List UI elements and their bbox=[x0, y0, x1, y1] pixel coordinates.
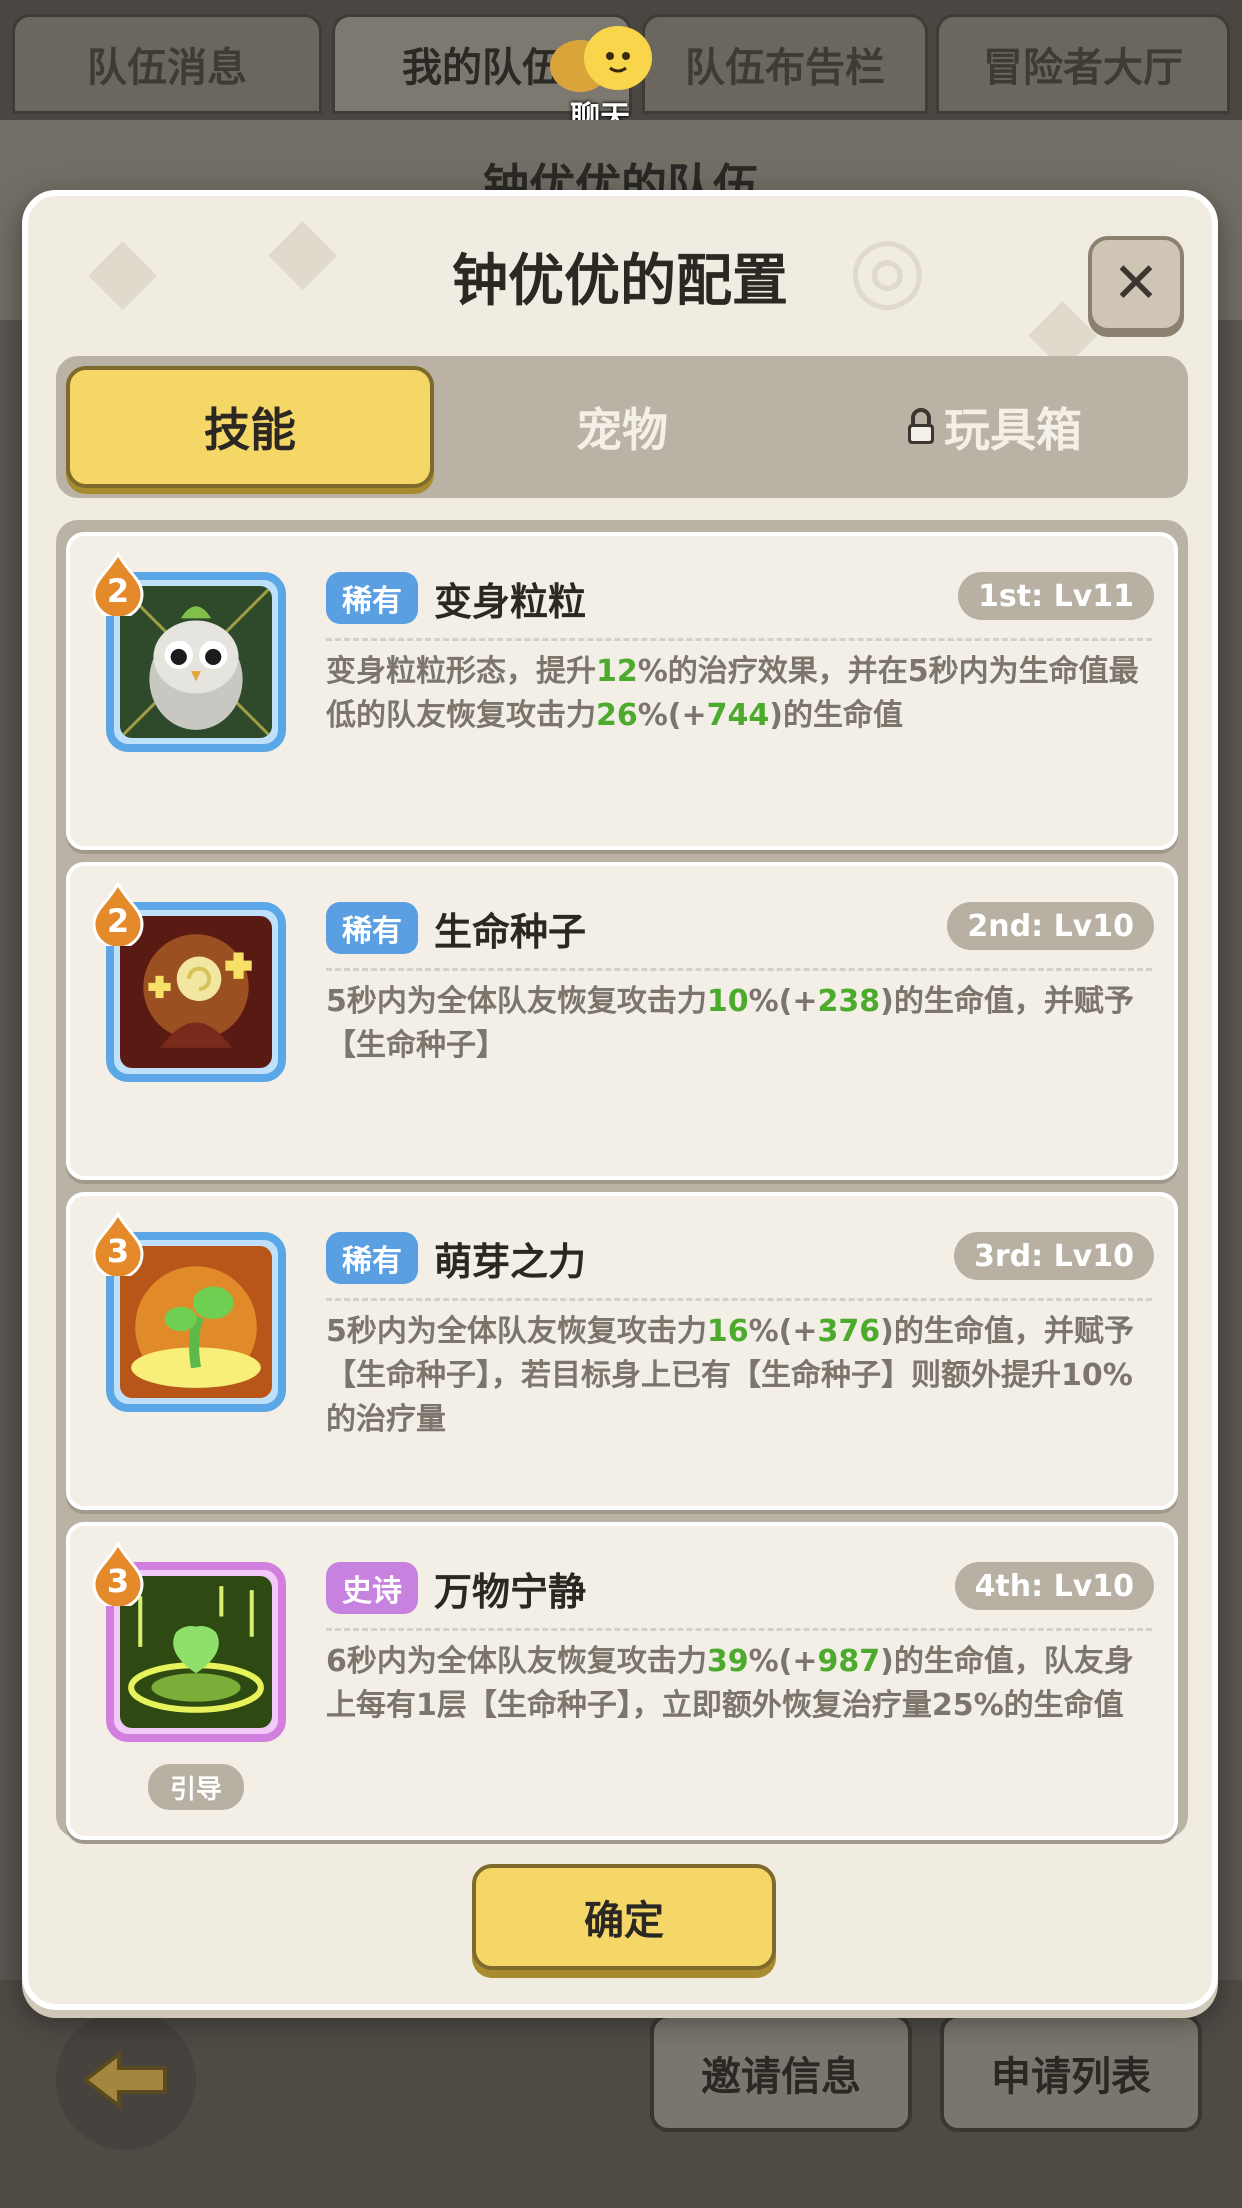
tab-skills-label: 技能 bbox=[204, 403, 296, 457]
chat-button[interactable]: 聊天 bbox=[540, 22, 660, 135]
slot-level-badge: 1st: Lv11 bbox=[958, 572, 1154, 620]
skill-card[interactable]: 2 稀有 生命种子 2nd: Lv10 5秒内为全体队友恢复攻击力10%(+23… bbox=[66, 862, 1178, 1180]
skill-level: 2 bbox=[106, 902, 130, 940]
tab-toybox-label: 玩具箱 bbox=[944, 403, 1082, 457]
tab-team-messages[interactable]: 队伍消息 bbox=[12, 14, 322, 114]
skill-level: 3 bbox=[106, 1232, 130, 1270]
confirm-button[interactable]: 确定 bbox=[472, 1864, 776, 1970]
skill-name: 生命种子 bbox=[434, 909, 587, 954]
skill-description: 5秒内为全体队友恢复攻击力10%(+238)的生命值，并赋予【生命种子】 bbox=[326, 984, 1134, 1063]
skill-name: 万物宁静 bbox=[434, 1569, 587, 1614]
rarity-badge: 稀有 bbox=[326, 902, 418, 954]
skill-card[interactable]: 3 稀有 萌芽之力 3rd: Lv10 5秒内为全体队友恢复攻击力16%(+37… bbox=[66, 1192, 1178, 1510]
tab-toybox[interactable]: 玩具箱 bbox=[810, 366, 1178, 488]
category-tabs: 技能 宠物 玩具箱 bbox=[56, 356, 1188, 498]
tab-pets-label: 宠物 bbox=[576, 403, 668, 457]
skill-description: 6秒内为全体队友恢复攻击力39%(+987)的生命值，队友身上每有1层【生命种子… bbox=[326, 1644, 1134, 1723]
skill-card[interactable]: 3 引导 史诗 万物宁静 4th: Lv10 6秒内为全体队友恢复攻击力39%(… bbox=[66, 1522, 1178, 1840]
tab-skills[interactable]: 技能 bbox=[66, 366, 434, 488]
divider bbox=[326, 1628, 1152, 1631]
rarity-badge: 稀有 bbox=[326, 572, 418, 624]
slot-level-badge: 3rd: Lv10 bbox=[953, 1232, 1154, 1280]
lock-icon bbox=[908, 408, 934, 444]
skill-name: 变身粒粒 bbox=[434, 579, 587, 624]
skill-level: 2 bbox=[106, 572, 130, 610]
channel-tag: 引导 bbox=[148, 1764, 244, 1810]
tab-team-board[interactable]: 队伍布告栏 bbox=[642, 14, 928, 114]
back-button[interactable] bbox=[56, 2010, 196, 2150]
chat-icon bbox=[550, 26, 652, 92]
skill-card[interactable]: 2 稀有 变身粒粒 1st: Lv11 变身粒粒形态，提升12%的治疗效果，并在… bbox=[66, 532, 1178, 850]
skill-description: 5秒内为全体队友恢复攻击力16%(+376)的生命值，并赋予【生命种子】，若目标… bbox=[326, 1314, 1134, 1437]
divider bbox=[326, 638, 1152, 641]
config-modal: ◆ ◆ ◎ ◆ 钟优优的配置 ✕ 技能 宠物 玩具箱 2 稀有 变身粒粒 1st… bbox=[22, 190, 1218, 2010]
slot-level-badge: 4th: Lv10 bbox=[954, 1562, 1154, 1610]
invite-info-button[interactable]: 邀请信息 bbox=[650, 2014, 912, 2132]
skill-list: 2 稀有 变身粒粒 1st: Lv11 变身粒粒形态，提升12%的治疗效果，并在… bbox=[56, 520, 1188, 1840]
tab-pets[interactable]: 宠物 bbox=[438, 366, 806, 488]
application-list-button[interactable]: 申请列表 bbox=[940, 2014, 1202, 2132]
close-button[interactable]: ✕ bbox=[1088, 236, 1184, 332]
rarity-badge: 稀有 bbox=[326, 1232, 418, 1284]
divider bbox=[326, 1298, 1152, 1301]
skill-level: 3 bbox=[106, 1562, 130, 1600]
rarity-badge: 史诗 bbox=[326, 1562, 418, 1614]
back-arrow-icon bbox=[81, 2050, 167, 2110]
skill-name: 萌芽之力 bbox=[434, 1239, 587, 1284]
close-icon: ✕ bbox=[1112, 251, 1160, 316]
tab-adventurer-hall[interactable]: 冒险者大厅 bbox=[936, 14, 1230, 114]
slot-level-badge: 2nd: Lv10 bbox=[947, 902, 1154, 950]
modal-title: 钟优优的配置 bbox=[452, 249, 788, 314]
skill-description: 变身粒粒形态，提升12%的治疗效果，并在5秒内为生命值最低的队友恢复攻击力26%… bbox=[326, 654, 1139, 733]
divider bbox=[326, 968, 1152, 971]
